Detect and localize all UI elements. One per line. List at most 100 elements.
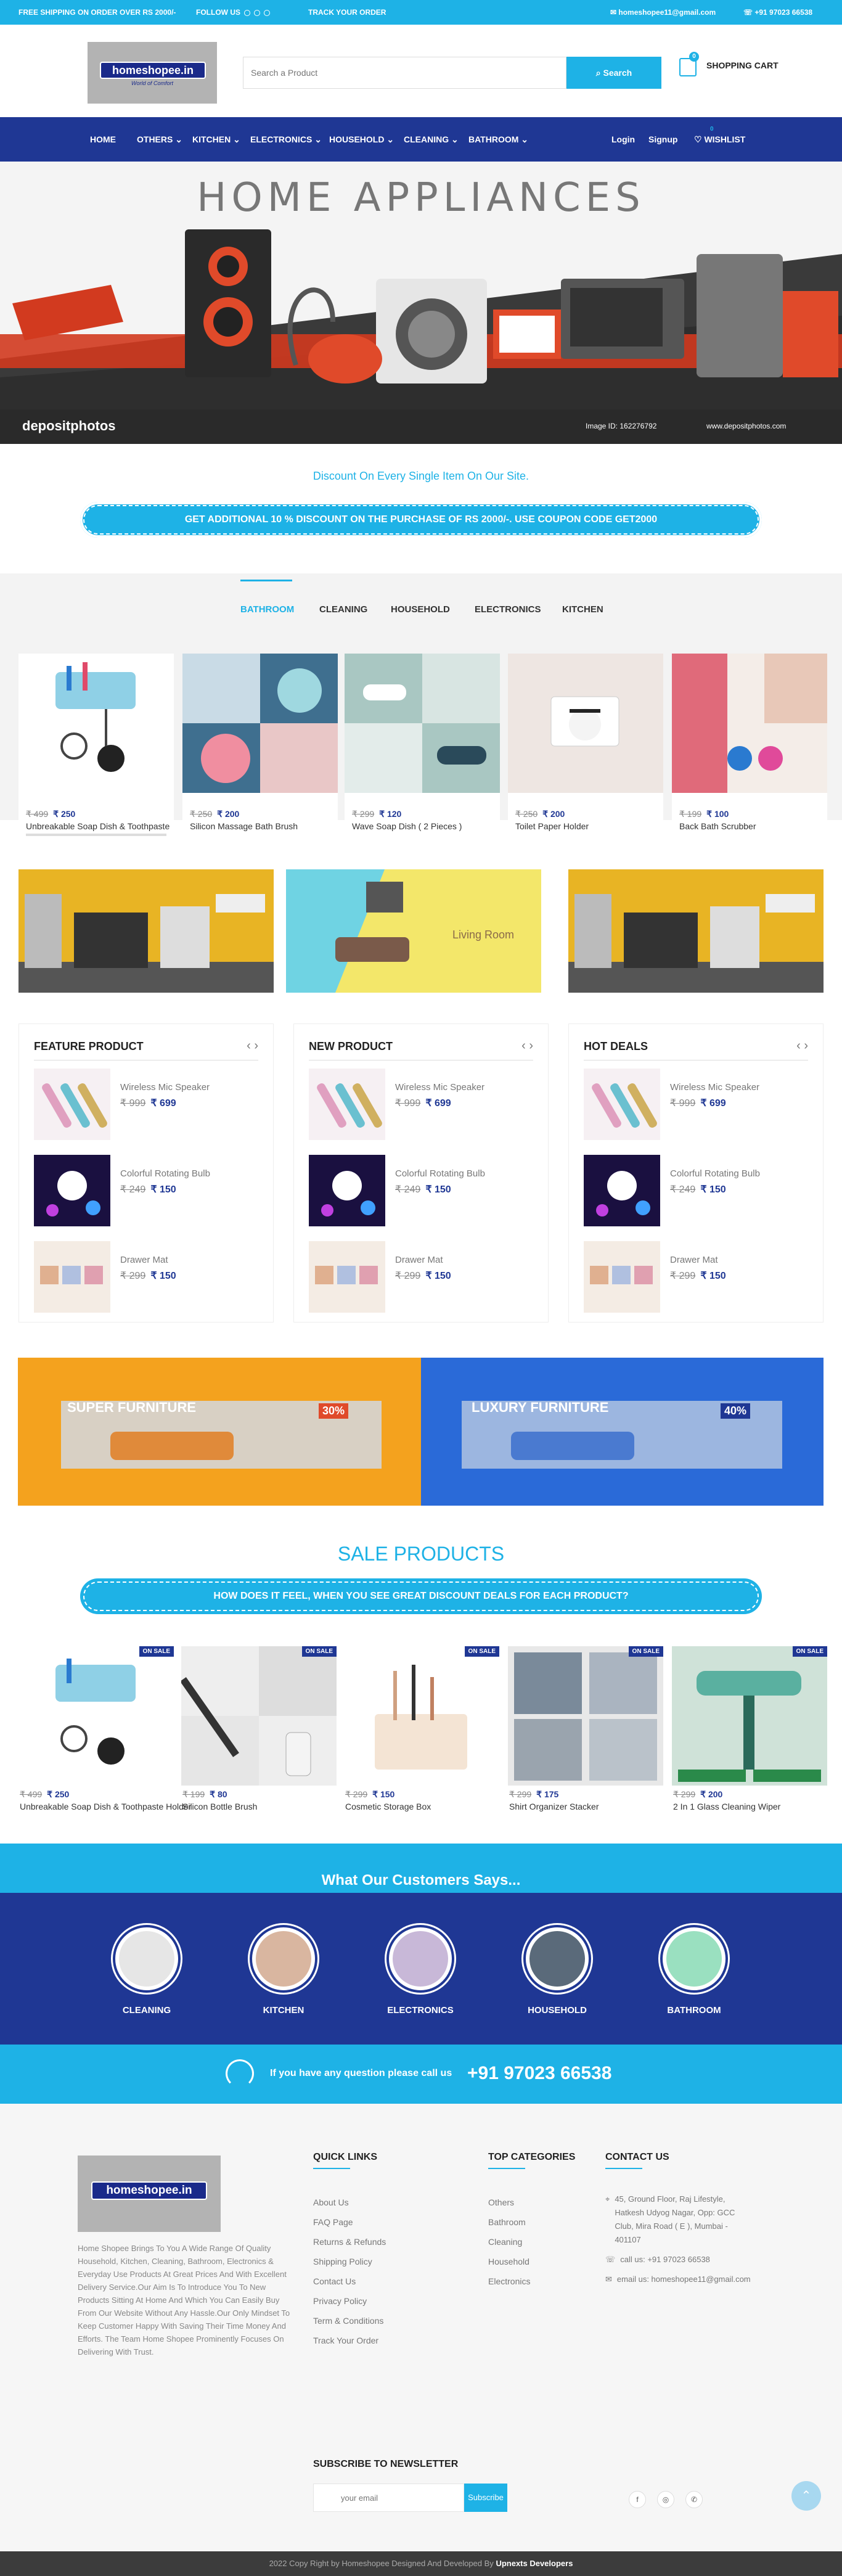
- promo-banner-appliances-2[interactable]: [568, 869, 824, 993]
- login-link[interactable]: Login: [611, 134, 635, 144]
- list-item[interactable]: Wireless Mic Speaker ₹ 999 ₹ 699: [309, 1069, 531, 1142]
- product-card[interactable]: ₹ 199 ₹ 100 Back Bath Scrubber: [672, 654, 827, 839]
- category-cleaning[interactable]: CLEANING: [113, 1925, 181, 2016]
- product-name[interactable]: Back Bath Scrubber: [679, 821, 756, 831]
- category-link[interactable]: Cleaning: [488, 2232, 530, 2252]
- tab-bathroom[interactable]: BATHROOM: [240, 604, 294, 615]
- quick-link[interactable]: Shipping Policy: [313, 2252, 386, 2271]
- product-card[interactable]: ₹ 299 ₹ 120 Wave Soap Dish ( 2 Pieces ): [345, 654, 500, 839]
- promo-banner-living-room[interactable]: Living Room: [286, 869, 541, 993]
- product-name[interactable]: 2 In 1 Glass Cleaning Wiper: [673, 1802, 780, 1811]
- call-us-phone[interactable]: +91 97023 66538: [467, 2063, 611, 2084]
- search-input[interactable]: [243, 57, 566, 89]
- category-bathroom[interactable]: BATHROOM: [660, 1925, 728, 2016]
- panel-arrows[interactable]: ‹ ›: [796, 1039, 808, 1053]
- on-sale-badge: ON SALE: [628, 1646, 663, 1657]
- category-link[interactable]: Bathroom: [488, 2212, 530, 2232]
- furniture-banner[interactable]: SUPER FURNITURE 30% LUXURY FURNITURE 40%: [18, 1358, 824, 1506]
- tab-household[interactable]: HOUSEHOLD: [391, 604, 450, 615]
- contact-info: ⌖ 45, Ground Floor, Raj Lifestyle, Hatkes…: [605, 2192, 753, 2286]
- panel-title: HOT DEALS: [584, 1040, 648, 1052]
- product-name[interactable]: Cosmetic Storage Box: [345, 1802, 431, 1811]
- category-kitchen[interactable]: KITCHEN: [250, 1925, 317, 2016]
- category-electronics[interactable]: ELECTRONICS: [386, 1925, 454, 2016]
- nav-cleaning[interactable]: CLEANING ⌄: [404, 134, 459, 145]
- facebook-icon[interactable]: f: [629, 2491, 646, 2508]
- on-sale-badge: ON SALE: [464, 1646, 499, 1657]
- category-household[interactable]: HOUSEHOLD: [523, 1925, 591, 2016]
- contact-phone[interactable]: call us: +91 97023 66538: [620, 2253, 710, 2266]
- nav-electronics[interactable]: ELECTRONICS ⌄: [250, 134, 322, 145]
- nav-kitchen[interactable]: KITCHEN ⌄: [192, 134, 240, 145]
- list-item[interactable]: Wireless Mic Speaker ₹ 999 ₹ 699: [584, 1069, 806, 1142]
- sale-product-card[interactable]: ON SALE ₹ 199 ₹ 80 Silicon Bottle Brush: [181, 1646, 337, 1819]
- list-item[interactable]: Wireless Mic Speaker ₹ 999 ₹ 699: [34, 1069, 256, 1142]
- product-name[interactable]: Shirt Organizer Stacker: [509, 1802, 599, 1811]
- list-item[interactable]: Colorful Rotating Bulb ₹ 249 ₹ 150: [584, 1155, 806, 1229]
- product-name[interactable]: Toilet Paper Holder: [515, 821, 589, 831]
- track-order-link[interactable]: TRACK YOUR ORDER: [308, 8, 386, 17]
- topbar-phone[interactable]: ☏ +91 97023 66538: [743, 8, 812, 17]
- search-button[interactable]: ⌕ Search: [566, 57, 661, 89]
- sale-product-card[interactable]: ON SALE ₹ 299 ₹ 200 2 In 1 Glass Cleaning…: [672, 1646, 827, 1819]
- quick-link[interactable]: Track Your Order: [313, 2331, 386, 2350]
- list-item[interactable]: Drawer Mat ₹ 299 ₹ 150: [309, 1241, 531, 1315]
- quick-link[interactable]: FAQ Page: [313, 2212, 386, 2232]
- quick-link[interactable]: Contact Us: [313, 2271, 386, 2291]
- wishlist-link[interactable]: ♡ WISHLIST: [694, 134, 745, 145]
- whatsapp-icon[interactable]: [264, 9, 270, 16]
- instagram-icon[interactable]: ◎: [657, 2491, 674, 2508]
- category-link[interactable]: Electronics: [488, 2271, 530, 2291]
- site-logo[interactable]: homeshopee.in World of Comfort: [88, 42, 217, 104]
- list-item[interactable]: Drawer Mat ₹ 299 ₹ 150: [584, 1241, 806, 1315]
- list-item[interactable]: Colorful Rotating Bulb ₹ 249 ₹ 150: [309, 1155, 531, 1229]
- hot-deals-panel: HOT DEALS ‹ › Wireless Mic Speaker ₹ 999 ₹…: [568, 1023, 824, 1323]
- tab-electronics[interactable]: ELECTRONICS: [475, 604, 541, 615]
- topbar-email[interactable]: ✉ homeshopee11@gmail.com: [610, 8, 716, 17]
- list-item[interactable]: Drawer Mat ₹ 299 ₹ 150: [34, 1241, 256, 1315]
- cart-count: 0: [689, 52, 699, 62]
- quick-link[interactable]: Returns & Refunds: [313, 2232, 386, 2252]
- product-card[interactable]: ₹ 250 ₹ 200 Toilet Paper Holder: [508, 654, 663, 839]
- nav-others[interactable]: OTHERS ⌄: [137, 134, 182, 145]
- promo-banner-appliances[interactable]: [18, 869, 274, 993]
- facebook-icon[interactable]: [244, 9, 250, 16]
- product-card[interactable]: ₹ 250 ₹ 200 Silicon Massage Bath Brush: [182, 654, 338, 839]
- product-name[interactable]: Silicon Bottle Brush: [182, 1802, 257, 1811]
- scroll-to-top-button[interactable]: ⌃: [791, 2481, 821, 2511]
- instagram-icon[interactable]: [254, 9, 260, 16]
- product-thumb: [584, 1069, 660, 1140]
- category-link[interactable]: Others: [488, 2192, 530, 2212]
- product-card[interactable]: ₹ 499 ₹ 250 Unbreakable Soap Dish & Tooth…: [18, 654, 174, 839]
- cart-label: SHOPPING CART: [706, 60, 779, 70]
- product-name[interactable]: Unbreakable Soap Dish & Toothpaste: [26, 821, 170, 831]
- product-name[interactable]: Silicon Massage Bath Brush: [190, 821, 298, 831]
- tab-cleaning[interactable]: CLEANING: [319, 604, 367, 615]
- quick-link[interactable]: About Us: [313, 2192, 386, 2212]
- sale-product-card[interactable]: ON SALE ₹ 299 ₹ 175 Shirt Organizer Stack…: [508, 1646, 663, 1819]
- subscribe-button[interactable]: Subscribe: [464, 2484, 507, 2512]
- newsletter-email-input[interactable]: [313, 2484, 464, 2512]
- quick-link[interactable]: Privacy Policy: [313, 2291, 386, 2311]
- product-name[interactable]: Wave Soap Dish ( 2 Pieces ): [352, 821, 462, 831]
- sale-product-card[interactable]: ON SALE ₹ 299 ₹ 150 Cosmetic Storage Box: [344, 1646, 499, 1819]
- nav-home[interactable]: HOME: [90, 134, 116, 144]
- contact-email[interactable]: email us: homeshopee11@gmail.com: [617, 2273, 751, 2286]
- nav-bathroom[interactable]: BATHROOM ⌄: [468, 134, 528, 145]
- furniture-right-title: LUXURY FURNITURE: [472, 1400, 609, 1415]
- footer-logo[interactable]: homeshopee.in: [78, 2156, 221, 2232]
- sale-product-card[interactable]: ON SALE ₹ 499 ₹ 250 Unbreakable Soap Dish…: [18, 1646, 191, 1819]
- panel-arrows[interactable]: ‹ ›: [247, 1039, 258, 1053]
- product-name[interactable]: Unbreakable Soap Dish & Toothpaste Holde…: [20, 1802, 191, 1811]
- developer-link[interactable]: Upnexts Developers: [496, 2559, 573, 2568]
- list-item[interactable]: Colorful Rotating Bulb ₹ 249 ₹ 150: [34, 1155, 256, 1229]
- signup-link[interactable]: Signup: [648, 134, 677, 144]
- nav-household[interactable]: HOUSEHOLD ⌄: [329, 134, 394, 145]
- card-scrollbar[interactable]: [26, 834, 166, 836]
- tab-kitchen[interactable]: KITCHEN: [562, 604, 603, 615]
- category-link[interactable]: Household: [488, 2252, 530, 2271]
- customers-title: What Our Customers Says...: [321, 1872, 521, 1889]
- whatsapp-icon[interactable]: ✆: [685, 2491, 703, 2508]
- quick-link[interactable]: Term & Conditions: [313, 2311, 386, 2331]
- panel-arrows[interactable]: ‹ ›: [521, 1039, 533, 1053]
